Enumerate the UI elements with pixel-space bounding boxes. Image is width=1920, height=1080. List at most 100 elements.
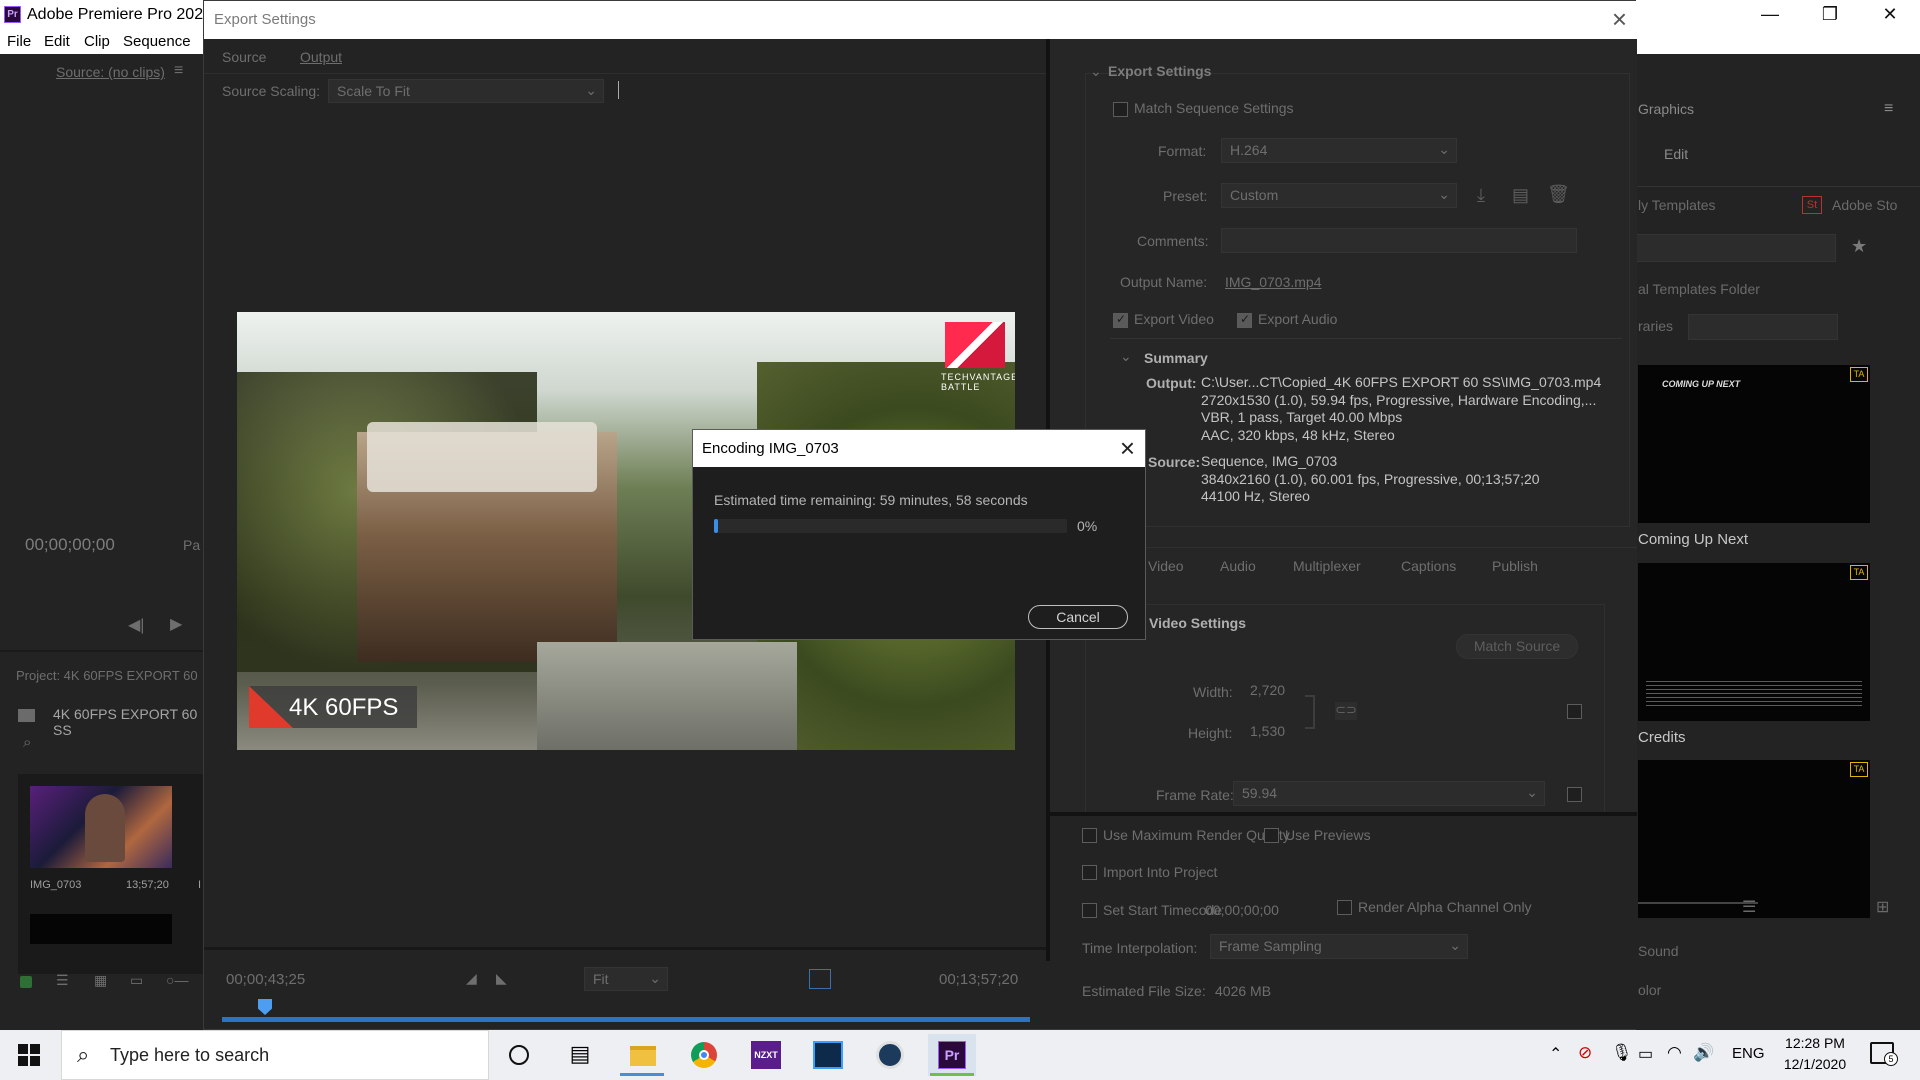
output-name-link[interactable]: IMG_0703.mp4 [1225,274,1322,290]
list-view-icon[interactable]: ☰ [56,972,69,989]
cortana-icon[interactable] [495,1034,543,1076]
frame-rate-select[interactable]: 59.94 ⌄ [1233,781,1545,806]
start-timecode-checkbox[interactable] [1082,903,1097,918]
star-icon[interactable]: ★ [1851,236,1867,257]
sort-icon[interactable]: ☰ [1742,897,1756,917]
taskbar-search-box[interactable]: ⌕ Type here to search [61,1030,489,1080]
show-hidden-icons-icon[interactable]: ⌃ [1549,1044,1562,1064]
tab-publish[interactable]: Publish [1492,558,1538,574]
tab-multiplexer[interactable]: Multiplexer [1293,558,1361,574]
play-icon[interactable]: ▶ [170,614,182,634]
import-preset-icon[interactable]: ▤ [1512,185,1529,206]
thumb-size-slider[interactable] [1638,902,1758,904]
microphone-icon[interactable]: 🎙 [1611,1043,1633,1063]
format-select[interactable]: H.264 ⌄ [1221,138,1457,163]
playhead-icon[interactable] [258,999,272,1015]
notification-center-icon[interactable]: 5 [1870,1042,1898,1066]
fit-select[interactable]: Fit ⌄ [584,967,668,991]
battery-icon[interactable]: ▭ [1638,1044,1653,1064]
link-icon[interactable]: ⊂⊃ [1335,702,1357,720]
use-previews-checkbox[interactable] [1264,828,1279,843]
new-item-icon[interactable]: ⊞ [1876,897,1889,917]
collapse-icon[interactable]: ⌄ [1090,63,1102,80]
icon-view-icon[interactable]: ▦ [94,972,107,989]
set-in-point-icon[interactable]: ◢ [466,970,477,987]
freeform-view-icon[interactable]: ▭ [130,972,143,989]
summary-collapse-icon[interactable]: ⌄ [1120,348,1132,365]
timecode-out[interactable]: 00;13;57;20 [939,971,1018,988]
start-timecode-value[interactable]: 00;00;00;00 [1205,902,1279,918]
menu-edit[interactable]: Edit [44,33,70,50]
export-video-checkbox[interactable] [1113,312,1128,328]
tab-source[interactable]: Source [222,49,266,65]
template-thumb-credits[interactable]: TA [1638,563,1870,721]
minimize-button[interactable]: — [1740,0,1800,30]
delete-preset-icon[interactable]: 🗑 [1547,184,1570,205]
volume-icon[interactable]: 🔊 [1693,1043,1714,1063]
clip-thumbnail-2[interactable] [30,914,172,944]
panel-menu-icon[interactable]: ≡ [1884,100,1893,118]
time-interpolation-select[interactable]: Frame Sampling ⌄ [1210,934,1468,959]
template-thumb-coming-up-next[interactable]: COMING UP NEXT TA [1638,365,1870,523]
language-indicator[interactable]: ENG [1732,1045,1765,1062]
app-icon[interactable] [804,1034,852,1076]
nzxt-icon[interactable]: NZXT [742,1034,790,1076]
my-templates-tab[interactable]: ly Templates [1638,197,1716,213]
panel-menu-icon[interactable]: ≡ [174,62,183,80]
lock-icon[interactable] [20,976,32,988]
source-tab[interactable]: Source: (no clips) [56,64,165,80]
task-view-icon[interactable]: ▤ [556,1034,604,1076]
windows-start-icon[interactable] [18,1044,40,1066]
chrome-icon[interactable] [680,1034,728,1076]
source-timecode[interactable]: 00;00;00;00 [25,535,115,555]
tab-video[interactable]: Video [1148,558,1184,574]
timeline-bar[interactable] [222,1017,1030,1022]
tab-audio[interactable]: Audio [1220,558,1256,574]
menu-sequence[interactable]: Sequence [123,33,191,50]
preset-select[interactable]: Custom ⌄ [1221,183,1457,208]
frame-rate-checkbox[interactable] [1567,787,1582,802]
adobe-stock-tab[interactable]: Adobe Sto [1832,197,1897,213]
width-height-checkbox[interactable] [1567,704,1582,719]
match-source-button[interactable]: Match Source [1456,634,1578,659]
search-icon[interactable]: ⌕ [23,734,31,751]
tab-output[interactable]: Output [300,49,342,65]
template-thumb-3[interactable]: TA [1638,760,1870,918]
width-value[interactable]: 2,720 [1250,682,1285,698]
export-dialog-close-icon[interactable]: × [1612,5,1627,33]
timecode-in[interactable]: 00;00;43;25 [226,971,305,988]
wifi-icon[interactable]: ◠ [1667,1043,1682,1063]
export-audio-checkbox[interactable] [1237,312,1252,328]
clock-date[interactable]: 12/1/2020 [1776,1056,1854,1072]
menu-clip[interactable]: Clip [84,33,110,50]
comments-input[interactable] [1221,228,1577,253]
zoom-slider[interactable]: ○— [166,972,188,988]
file-explorer-icon[interactable] [618,1034,666,1076]
step-back-icon[interactable]: ◀| [128,615,144,635]
render-alpha-checkbox[interactable] [1337,900,1352,915]
premiere-icon[interactable]: Pr [928,1034,976,1076]
project-tab[interactable]: Project: 4K 60FPS EXPORT 60 [16,668,198,683]
source-scaling-select[interactable]: Scale To Fit ⌄ [328,79,604,103]
match-sequence-checkbox[interactable] [1113,102,1128,117]
encoding-dialog-close-icon[interactable]: × [1120,433,1135,463]
aspect-ratio-icon[interactable] [809,969,831,989]
max-render-checkbox[interactable] [1082,828,1097,843]
cancel-button[interactable]: Cancel [1028,605,1128,629]
import-project-checkbox[interactable] [1082,865,1097,880]
menu-file[interactable]: File [7,33,31,50]
edit-tab[interactable]: Edit [1664,146,1688,162]
maximize-button[interactable]: ❐ [1800,0,1860,30]
clip-thumbnail[interactable] [30,786,172,868]
template-search-input[interactable] [1636,234,1836,262]
save-preset-icon[interactable]: ⤓ [1477,185,1485,206]
libraries-select[interactable] [1688,314,1838,340]
templates-folder[interactable]: al Templates Folder [1638,281,1760,297]
set-out-point-icon[interactable]: ◣ [496,970,507,987]
defender-icon[interactable]: ⊘ [1578,1043,1592,1063]
close-button[interactable]: ✕ [1860,0,1920,30]
height-value[interactable]: 1,530 [1250,723,1285,739]
tab-captions[interactable]: Captions [1401,558,1456,574]
clock-time[interactable]: 12:28 PM [1780,1035,1850,1051]
steam-icon[interactable] [866,1034,914,1076]
